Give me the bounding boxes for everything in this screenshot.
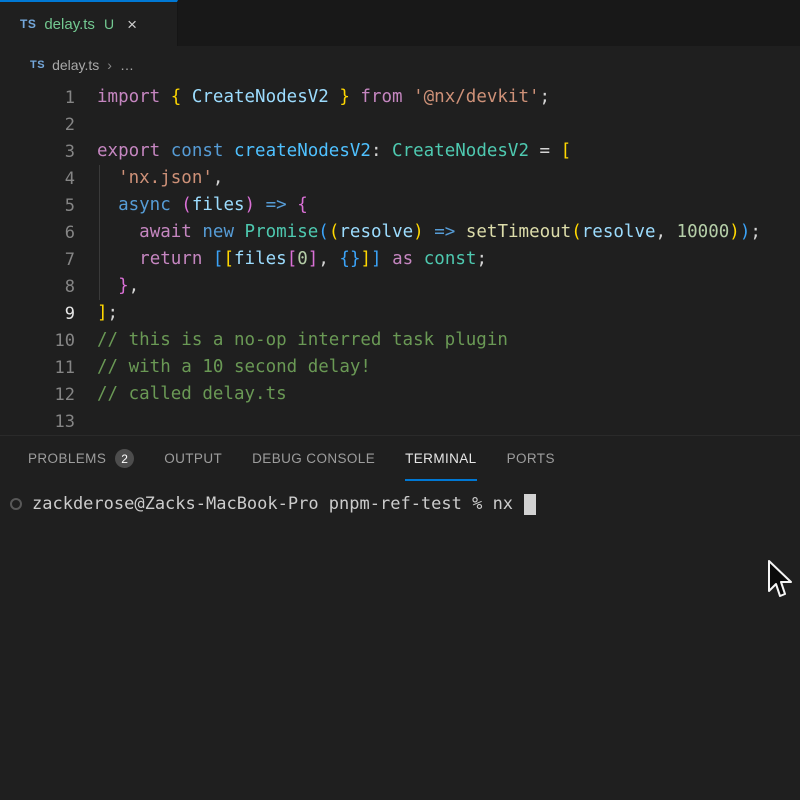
panel-tab-bar: PROBLEMS 2 OUTPUT DEBUG CONSOLE TERMINAL PORT… — [0, 435, 800, 481]
code-text: await new Promise((resolve) => setTimeou… — [75, 219, 761, 246]
code-text: return [[files[0], {}]] as const; — [75, 246, 487, 273]
code-line[interactable]: 3export const createNodesV2: CreateNodes… — [0, 138, 800, 165]
line-number[interactable]: 11 — [0, 358, 75, 378]
typescript-file-icon: TS — [20, 17, 36, 31]
code-text: }, — [75, 273, 139, 300]
line-number[interactable]: 10 — [0, 331, 75, 351]
indent-guide — [99, 246, 100, 273]
code-text: export const createNodesV2: CreateNodesV… — [75, 138, 571, 165]
code-text: 'nx.json', — [75, 165, 223, 192]
code-text: // with a 10 second delay! — [75, 354, 371, 381]
terminal-cursor — [524, 494, 536, 515]
line-number[interactable]: 7 — [0, 250, 75, 270]
line-number[interactable]: 8 — [0, 277, 75, 297]
tab-filename: delay.ts — [44, 16, 95, 33]
panel-tab-problems[interactable]: PROBLEMS 2 — [28, 436, 134, 481]
breadcrumb: TS delay.ts › … — [0, 46, 800, 84]
code-line[interactable]: 12// called delay.ts — [0, 381, 800, 408]
mouse-pointer-icon — [766, 560, 796, 602]
terminal-prompt: zackderose@Zacks-MacBook-Pro pnpm-ref-te… — [32, 494, 523, 514]
code-line[interactable]: 9]; — [0, 300, 800, 327]
code-line[interactable]: 8 }, — [0, 273, 800, 300]
breadcrumb-more[interactable]: … — [120, 57, 135, 73]
code-line[interactable]: 13 — [0, 408, 800, 435]
code-text: async (files) => { — [75, 192, 308, 219]
code-editor[interactable]: 1import { CreateNodesV2 } from '@nx/devk… — [0, 84, 800, 435]
code-line[interactable]: 5 async (files) => { — [0, 192, 800, 219]
line-number[interactable]: 12 — [0, 385, 75, 405]
panel-tab-label: OUTPUT — [164, 451, 222, 466]
code-text: // called delay.ts — [75, 381, 287, 408]
panel-tab-label: PORTS — [507, 451, 555, 466]
line-number[interactable]: 3 — [0, 142, 75, 162]
editor-tab-bar: TS delay.ts U × — [0, 0, 800, 46]
line-number[interactable]: 5 — [0, 196, 75, 216]
line-number[interactable]: 2 — [0, 115, 75, 135]
panel-tab-label: DEBUG CONSOLE — [252, 451, 375, 466]
indent-guide — [99, 219, 100, 246]
code-line[interactable]: 10// this is a no-op interred task plugi… — [0, 327, 800, 354]
terminal-pane[interactable]: zackderose@Zacks-MacBook-Pro pnpm-ref-te… — [0, 481, 800, 517]
chevron-right-icon: › — [107, 57, 112, 73]
line-number[interactable]: 9 — [0, 304, 75, 324]
code-line[interactable]: 4 'nx.json', — [0, 165, 800, 192]
code-line[interactable]: 11// with a 10 second delay! — [0, 354, 800, 381]
typescript-file-icon: TS — [30, 59, 45, 71]
problems-count-badge: 2 — [115, 449, 134, 468]
command-decoration-icon — [10, 498, 22, 510]
panel-tab-label: TERMINAL — [405, 451, 476, 466]
breadcrumb-filename[interactable]: delay.ts — [52, 57, 99, 73]
panel-tab-terminal[interactable]: TERMINAL — [405, 436, 476, 481]
code-text: ]; — [75, 300, 118, 327]
panel-tab-debug-console[interactable]: DEBUG CONSOLE — [252, 436, 375, 481]
panel-tab-label: PROBLEMS — [28, 451, 106, 466]
panel-tab-output[interactable]: OUTPUT — [164, 436, 222, 481]
code-line[interactable]: 7 return [[files[0], {}]] as const; — [0, 246, 800, 273]
close-icon[interactable]: × — [127, 16, 137, 33]
code-text: import { CreateNodesV2 } from '@nx/devki… — [75, 84, 550, 111]
line-number[interactable]: 6 — [0, 223, 75, 243]
code-text: // this is a no-op interred task plugin — [75, 327, 508, 354]
git-untracked-badge: U — [104, 16, 114, 32]
code-line[interactable]: 1import { CreateNodesV2 } from '@nx/devk… — [0, 84, 800, 111]
indent-guide — [99, 273, 100, 300]
indent-guide — [99, 192, 100, 219]
indent-guide — [99, 165, 100, 192]
line-number[interactable]: 4 — [0, 169, 75, 189]
code-line[interactable]: 6 await new Promise((resolve) => setTime… — [0, 219, 800, 246]
line-number[interactable]: 13 — [0, 412, 75, 432]
panel-tab-ports[interactable]: PORTS — [507, 436, 555, 481]
tab-delay-ts[interactable]: TS delay.ts U × — [0, 0, 178, 46]
code-line[interactable]: 2 — [0, 111, 800, 138]
line-number[interactable]: 1 — [0, 88, 75, 108]
